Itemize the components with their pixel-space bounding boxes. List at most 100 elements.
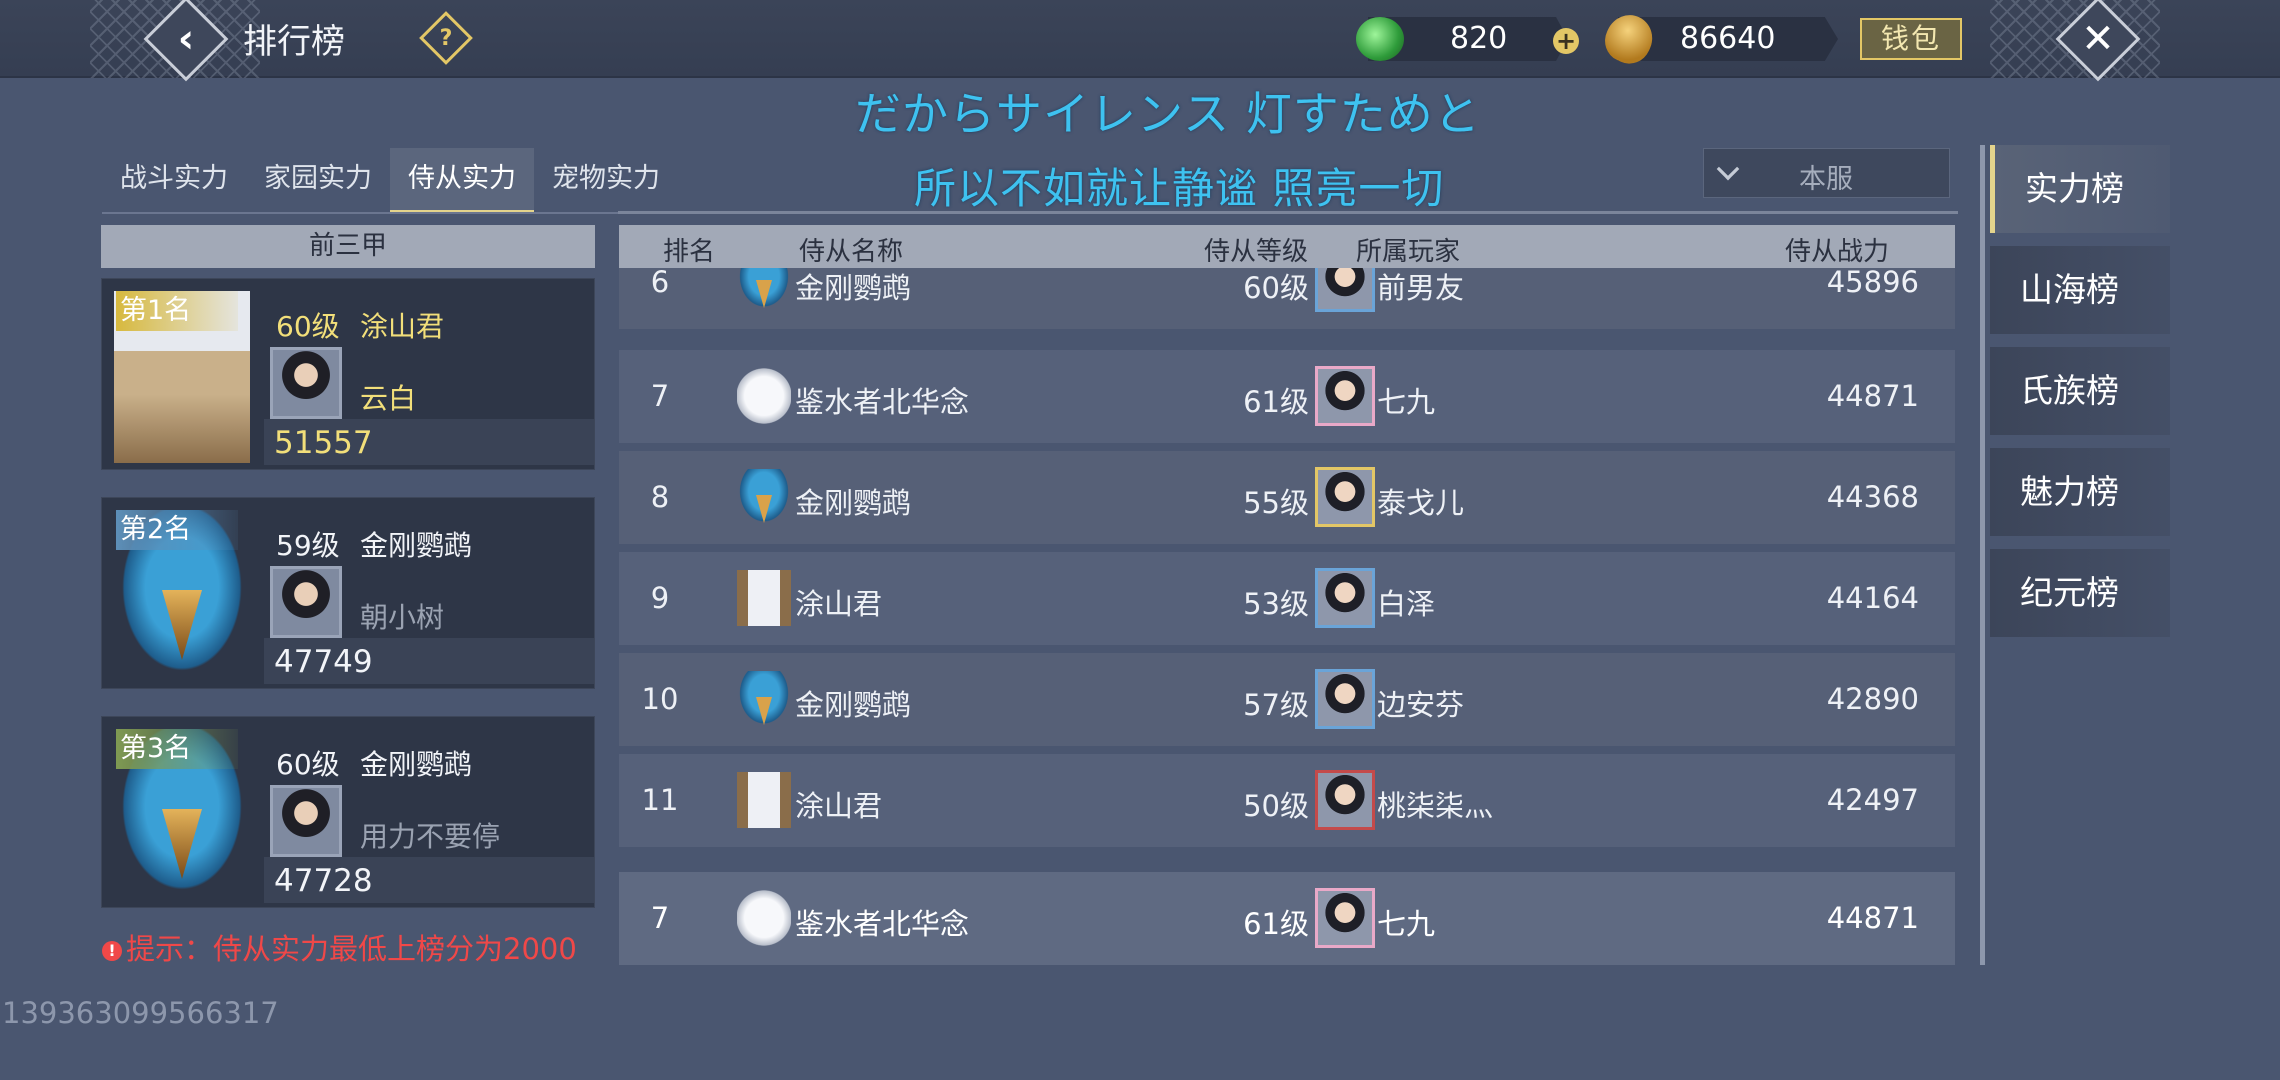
player-avatar bbox=[270, 566, 342, 638]
close-icon: ✕ bbox=[2081, 15, 2115, 62]
row-player: 七九 bbox=[1377, 907, 1436, 941]
row-companion: 涂山君 bbox=[795, 587, 883, 621]
table-row[interactable]: 7 鉴水者北华念 61级 七九 44871 bbox=[619, 350, 1955, 443]
companion-level: 59级 bbox=[276, 529, 340, 562]
page-title: 排行榜 bbox=[243, 22, 345, 62]
tab-pet-power[interactable]: 宠物实力 bbox=[534, 148, 678, 214]
row-player: 桃柒柒灬 bbox=[1377, 789, 1494, 823]
row-power: 44164 bbox=[1826, 581, 1919, 615]
row-player: 白泽 bbox=[1377, 587, 1436, 621]
warning-icon: ! bbox=[102, 941, 122, 961]
jade-amount: 820 bbox=[1450, 21, 1508, 56]
tab-battle-power[interactable]: 战斗实力 bbox=[102, 148, 246, 214]
row-rank: 7 bbox=[650, 901, 670, 935]
companion-power: 47749 bbox=[274, 644, 373, 680]
row-rank: 9 bbox=[650, 581, 670, 615]
col-power: 侍从战力 bbox=[1785, 237, 1890, 267]
my-rank-row[interactable]: 7 鉴水者北华念 61级 七九 44871 bbox=[619, 872, 1955, 965]
table-row[interactable]: 8 金刚鹦鹉 55级 泰戈儿 44368 bbox=[619, 451, 1955, 544]
companion-name: 涂山君 bbox=[360, 310, 445, 343]
player-name: 朝小树 bbox=[360, 601, 445, 634]
player-avatar bbox=[1315, 568, 1375, 628]
row-power: 44871 bbox=[1826, 901, 1919, 935]
jade-icon bbox=[1356, 17, 1404, 61]
row-level: 55级 bbox=[1243, 486, 1309, 520]
seed-amount: 86640 bbox=[1680, 21, 1776, 56]
tip-text: ! 提示：侍从实力最低上榜分为2000 bbox=[102, 926, 577, 968]
tab-underline bbox=[102, 212, 676, 214]
row-player: 边安芬 bbox=[1377, 688, 1465, 722]
row-companion: 鉴水者北华念 bbox=[795, 385, 970, 419]
companion-level: 60级 bbox=[276, 748, 340, 781]
server-dropdown[interactable]: 本服 bbox=[1703, 148, 1950, 198]
table-row[interactable]: 11 涂山君 50级 桃柒柒灬 42497 bbox=[619, 754, 1955, 847]
top3-card-3[interactable]: 第3名 60级 金刚鹦鹉 用力不要停 47728 bbox=[101, 716, 595, 908]
side-tab-era[interactable]: 纪元榜 bbox=[1990, 549, 2170, 637]
fox-icon bbox=[737, 890, 791, 946]
col-companion: 侍从名称 bbox=[799, 237, 904, 267]
scrollbar[interactable] bbox=[1980, 145, 1985, 965]
tip-label: 提示：侍从实力最低上榜分为2000 bbox=[126, 932, 577, 966]
table-row[interactable]: 10 金刚鹦鹉 57级 边安芬 42890 bbox=[619, 653, 1955, 746]
row-power: 42497 bbox=[1826, 783, 1919, 817]
player-avatar bbox=[270, 785, 342, 857]
wallet-button[interactable]: 钱包 bbox=[1860, 18, 1962, 60]
row-player: 前男友 bbox=[1377, 271, 1465, 305]
top3-card-1[interactable]: 第1名 60级 涂山君 云白 51557 bbox=[101, 278, 595, 470]
fox-lady-icon bbox=[737, 772, 791, 828]
companion-power: 47728 bbox=[274, 863, 373, 899]
table-row[interactable]: 9 涂山君 53级 白泽 44164 bbox=[619, 552, 1955, 645]
row-level: 53级 bbox=[1243, 587, 1309, 621]
top3-card-2[interactable]: 第2名 59级 金刚鹦鹉 朝小树 47749 bbox=[101, 497, 595, 689]
tab-home-power[interactable]: 家园实力 bbox=[246, 148, 390, 214]
table-row[interactable]: 6 金刚鹦鹉 60级 前男友 45896 bbox=[619, 268, 1955, 329]
row-power: 44871 bbox=[1826, 379, 1919, 413]
rank-badge: 第2名 bbox=[116, 510, 238, 550]
lyric-line-2: 所以不如就让静谧 照亮一切 bbox=[914, 164, 1445, 213]
col-player: 所属玩家 bbox=[1356, 237, 1461, 267]
player-avatar bbox=[1315, 770, 1375, 830]
server-dropdown-value: 本服 bbox=[1799, 164, 1853, 195]
companion-level: 60级 bbox=[276, 310, 340, 343]
row-companion: 鉴水者北华念 bbox=[795, 907, 970, 941]
row-rank: 10 bbox=[641, 682, 679, 716]
player-avatar bbox=[1315, 268, 1375, 312]
player-name: 云白 bbox=[360, 382, 417, 415]
divider bbox=[618, 211, 1958, 214]
side-tab-shanhai[interactable]: 山海榜 bbox=[1990, 246, 2170, 334]
player-avatar bbox=[1315, 888, 1375, 948]
row-player: 泰戈儿 bbox=[1377, 486, 1465, 520]
row-power: 42890 bbox=[1826, 682, 1919, 716]
side-tab-clan[interactable]: 氏族榜 bbox=[1990, 347, 2170, 435]
rank-badge: 第1名 bbox=[116, 291, 238, 331]
tab-companion-power[interactable]: 侍从实力 bbox=[390, 148, 534, 214]
fox-icon bbox=[737, 368, 791, 424]
companion-name: 金刚鹦鹉 bbox=[360, 748, 473, 781]
chevron-down-icon bbox=[1716, 157, 1740, 181]
row-rank: 8 bbox=[650, 480, 670, 514]
player-avatar bbox=[270, 347, 342, 419]
side-tab-charm[interactable]: 魅力榜 bbox=[1990, 448, 2170, 536]
add-currency-button[interactable]: + bbox=[1553, 28, 1579, 54]
col-rank: 排名 bbox=[663, 237, 716, 267]
row-level: 61级 bbox=[1243, 907, 1309, 941]
row-companion: 金刚鹦鹉 bbox=[795, 688, 912, 722]
side-tab-power[interactable]: 实力榜 bbox=[1990, 145, 2170, 233]
row-rank: 7 bbox=[650, 379, 670, 413]
macaw-icon bbox=[737, 268, 791, 310]
row-level: 61级 bbox=[1243, 385, 1309, 419]
rank-badge: 第3名 bbox=[116, 729, 238, 769]
row-rank: 11 bbox=[641, 783, 679, 817]
list-header: 排名 侍从名称 侍从等级 所属玩家 侍从战力 bbox=[619, 225, 1955, 268]
user-id-watermark: 139363099566317 bbox=[2, 996, 279, 1030]
player-avatar bbox=[1315, 669, 1375, 729]
ranking-list[interactable]: 6 金刚鹦鹉 60级 前男友 45896 7 鉴水者北华念 61级 七九 448… bbox=[619, 268, 1955, 858]
row-level: 50级 bbox=[1243, 789, 1309, 823]
player-avatar bbox=[1315, 366, 1375, 426]
row-power: 44368 bbox=[1826, 480, 1919, 514]
player-name: 用力不要停 bbox=[360, 820, 501, 853]
top3-header: 前三甲 bbox=[101, 225, 595, 268]
row-level: 60级 bbox=[1243, 271, 1309, 305]
player-avatar bbox=[1315, 467, 1375, 527]
companion-power: 51557 bbox=[274, 425, 373, 461]
